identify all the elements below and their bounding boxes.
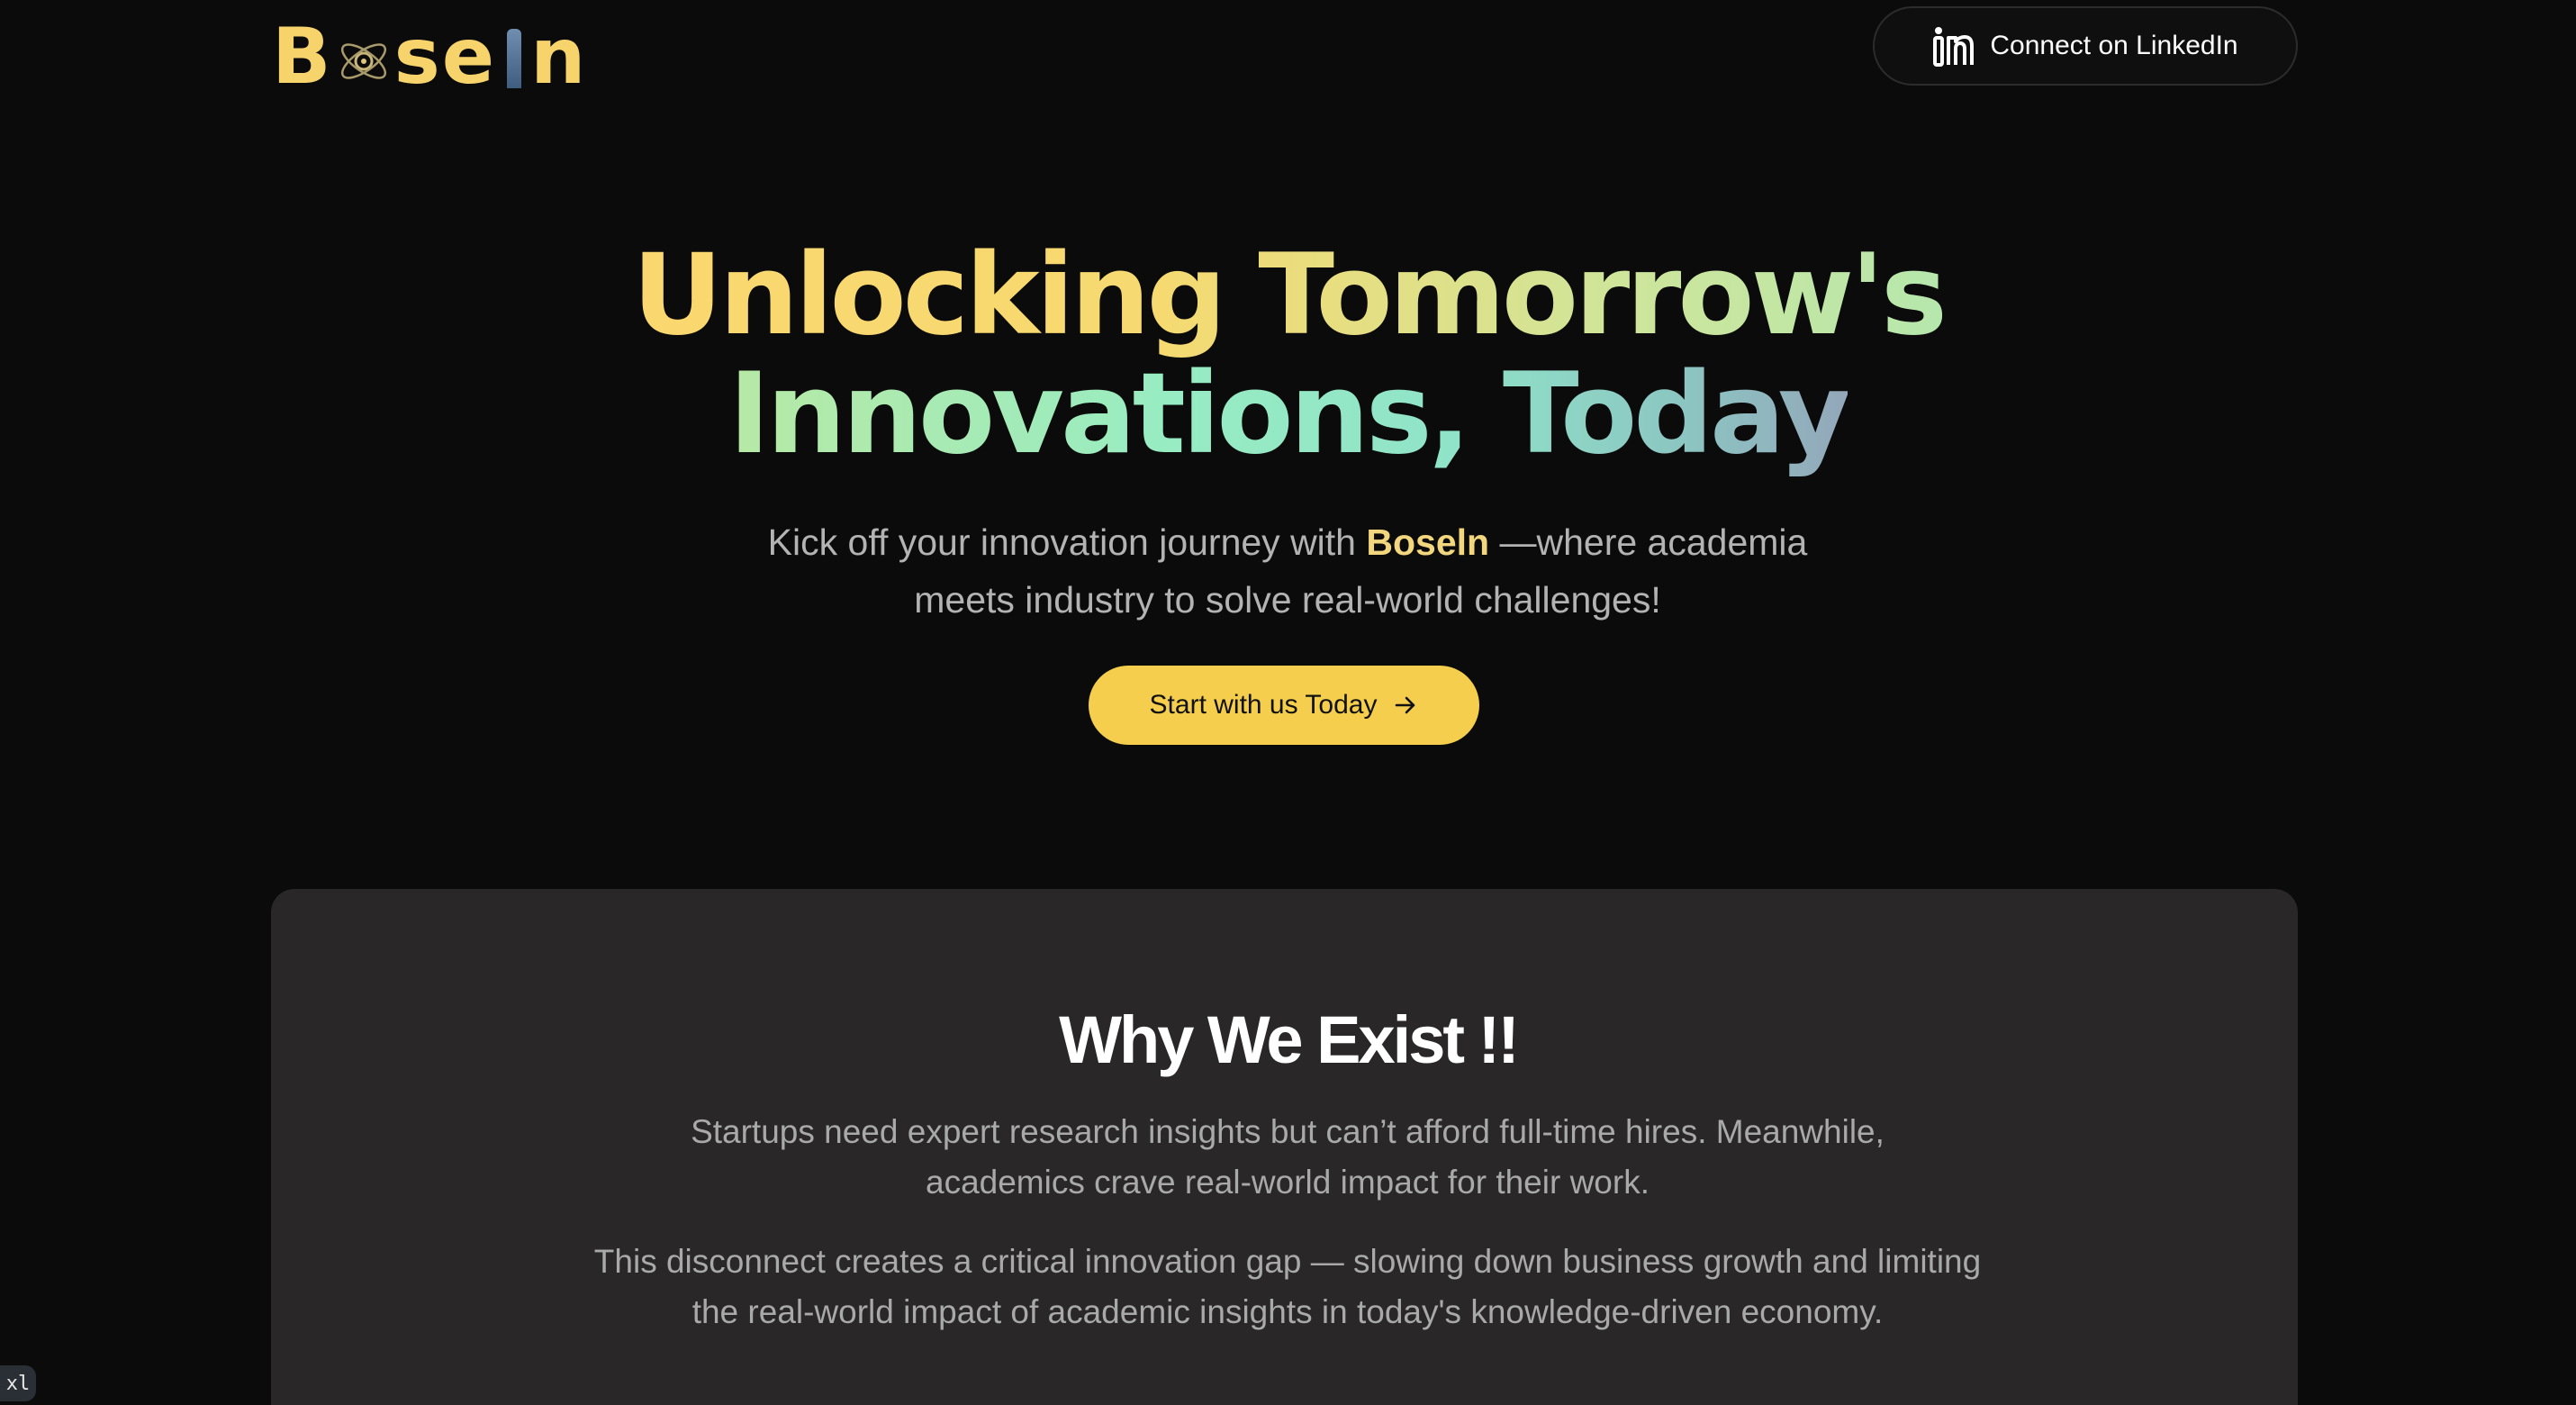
arrow-right-icon xyxy=(1396,696,1415,714)
start-with-us-button[interactable]: Start with us Today xyxy=(1089,666,1479,745)
hero-title-line1: Unlocking Tomorrow's xyxy=(632,231,1948,360)
boseln-logo[interactable]: B se n xyxy=(272,12,588,102)
linkedin-button-label: Connect on LinkedIn xyxy=(1990,31,2238,60)
hero-title-line2: Innovations, Today xyxy=(728,349,1850,479)
connect-linkedin-button[interactable]: Connect on LinkedIn xyxy=(1873,6,2298,86)
why-paragraph-1: Startups need expert research insights b… xyxy=(691,1113,1885,1201)
landing-page: B se n Connect on LinkedIn Unlocking Tom… xyxy=(0,0,2576,1405)
logo-bar-mark xyxy=(507,29,522,88)
why-we-exist-title: Why We Exist !! xyxy=(1059,1002,1520,1077)
hero-subtitle: Kick off your innovation journey with Bo… xyxy=(747,513,1828,629)
logo-letter-b: B xyxy=(272,12,333,102)
why-paragraph-2: This disconnect creates a critical innov… xyxy=(593,1243,1982,1330)
logo-letters-se: se xyxy=(393,12,497,102)
cta-label: Start with us Today xyxy=(1149,690,1378,720)
hero-subtitle-brand: Boseln xyxy=(1366,521,1490,563)
atom-icon xyxy=(340,43,386,79)
hero-subtitle-pre: Kick off your innovation journey with xyxy=(767,521,1367,563)
linkedin-icon xyxy=(1933,27,1975,67)
logo-letter-n: n xyxy=(530,12,588,102)
hero-title: Unlocking Tomorrow's Innovations, Today xyxy=(0,236,2576,474)
breakpoint-debug-badge: xl xyxy=(0,1365,36,1401)
